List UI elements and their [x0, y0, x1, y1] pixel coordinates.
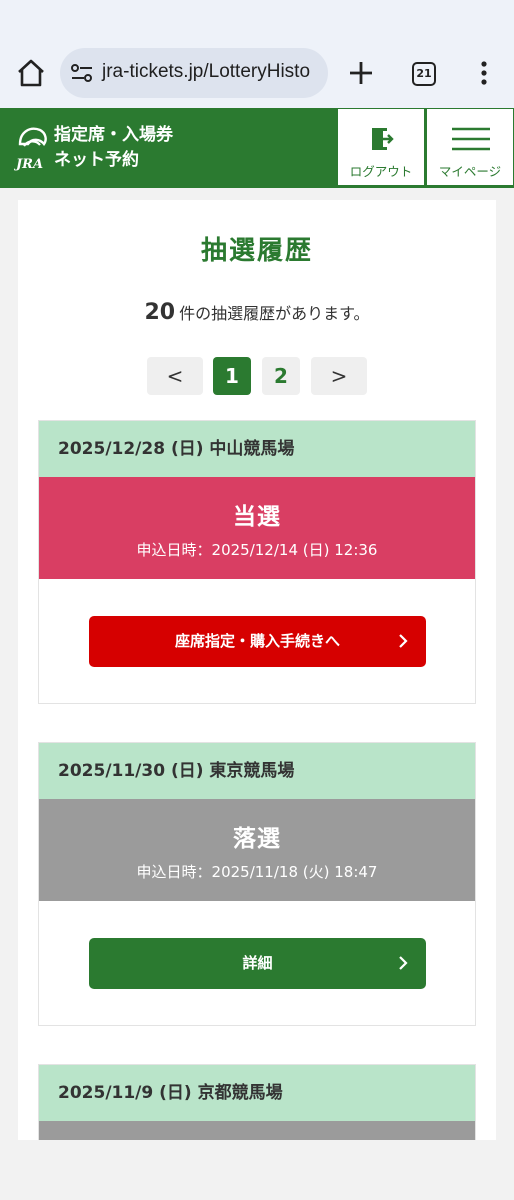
- page-title: 抽選履歴: [200, 236, 313, 266]
- entry-applied-at: 申込日時：2025/11/18 (火) 18:47: [39, 861, 475, 882]
- chevron-right-icon: [399, 956, 408, 970]
- applied-datetime: 2025/12/14 (日) 12:36: [211, 541, 378, 559]
- applied-label: 申込日時：: [136, 541, 212, 559]
- seat-selection-purchase-button[interactable]: 座席指定・購入手続きへ: [89, 616, 426, 667]
- url-text: jra-tickets.jp/LotteryHisto: [102, 61, 311, 82]
- pagination-prev-button[interactable]: <: [147, 357, 203, 395]
- site-title-line2: ネット予約: [54, 150, 139, 170]
- entry-applied-at: 申込日時：2025/12/14 (日) 12:36: [39, 539, 475, 560]
- logout-label: ログアウト: [349, 164, 413, 179]
- history-count-text: 件の抽選履歴があります。: [179, 304, 370, 323]
- lottery-entry: 2025/12/28 (日) 中山競馬場 当選 申込日時：2025/12/14 …: [38, 420, 476, 704]
- entry-action-area: 詳細: [39, 901, 475, 1027]
- tab-switcher-button[interactable]: 21: [412, 62, 436, 86]
- lottery-entry: 2025/11/9 (日) 京都競馬場: [38, 1064, 476, 1140]
- logo-text: JRA: [14, 157, 43, 172]
- applied-label: 申込日時：: [136, 863, 212, 881]
- entry-status-lost: 落選: [233, 826, 281, 852]
- entry-action-area: 座席指定・購入手続きへ: [39, 579, 475, 705]
- entry-status-band: 当選 申込日時：2025/12/14 (日) 12:36: [39, 477, 475, 579]
- chevron-right-icon: [399, 634, 408, 648]
- seat-selection-label: 座席指定・購入手続きへ: [174, 632, 340, 650]
- entry-status-band: [39, 1121, 475, 1140]
- applied-datetime: 2025/11/18 (火) 18:47: [211, 863, 378, 881]
- logout-button[interactable]: ログアウト: [337, 108, 425, 186]
- details-button[interactable]: 詳細: [89, 938, 426, 989]
- entry-race-title: 2025/12/28 (日) 中山競馬場: [39, 421, 475, 477]
- entry-status-band: 落選 申込日時：2025/11/18 (火) 18:47: [39, 799, 475, 901]
- logout-icon: [372, 128, 394, 150]
- mypage-button[interactable]: マイページ: [426, 108, 514, 186]
- entry-status-won: 当選: [233, 504, 281, 530]
- site-title-line1: 指定席・入場券: [54, 125, 173, 145]
- pagination-next-button[interactable]: >: [311, 357, 367, 395]
- mypage-label: マイページ: [438, 164, 502, 179]
- pagination-page-1[interactable]: 1: [213, 357, 251, 395]
- site-title[interactable]: 指定席・入場券 ネット予約: [54, 123, 173, 173]
- history-count: 20 件の抽選履歴があります。: [18, 300, 496, 325]
- entry-race-title: 2025/11/9 (日) 京都競馬場: [39, 1065, 475, 1121]
- overflow-menu-icon[interactable]: [474, 58, 494, 88]
- hamburger-menu-icon: [452, 127, 490, 151]
- site-header: JRA 指定席・入場券 ネット予約 ログアウト マイページ: [0, 108, 514, 188]
- browser-toolbar: jra-tickets.jp/LotteryHisto 21: [0, 0, 514, 108]
- entry-race-title: 2025/11/30 (日) 東京競馬場: [39, 743, 475, 799]
- pagination-page-2[interactable]: 2: [262, 357, 300, 395]
- lottery-history-card: 抽選履歴 20 件の抽選履歴があります。 < 1 2 > 2025/12/28 (…: [18, 200, 496, 1140]
- site-settings-icon[interactable]: [70, 62, 94, 84]
- jra-logo-icon[interactable]: JRA: [14, 122, 50, 176]
- history-count-number: 20: [144, 300, 176, 325]
- home-icon[interactable]: [14, 56, 48, 90]
- address-bar[interactable]: jra-tickets.jp/LotteryHisto: [60, 48, 328, 98]
- new-tab-icon[interactable]: [346, 58, 376, 88]
- details-label: 詳細: [242, 954, 273, 972]
- lottery-entry: 2025/11/30 (日) 東京競馬場 落選 申込日時：2025/11/18 …: [38, 742, 476, 1026]
